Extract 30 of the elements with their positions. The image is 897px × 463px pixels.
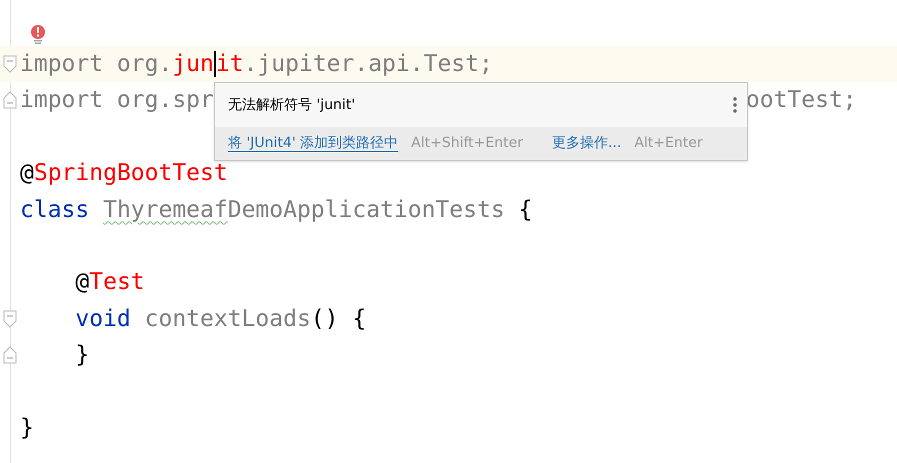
code-token: () { <box>310 304 366 334</box>
quick-fix-link[interactable]: 更多操作... <box>552 133 622 154</box>
fold-marker-icon[interactable] <box>3 346 17 364</box>
code-token: DemoApplicationTests <box>228 196 505 224</box>
code-token: import org. <box>20 50 172 79</box>
code-token: ootTest; <box>746 86 857 116</box>
code-token: SpringBootTest <box>34 159 228 188</box>
code-token: Thyremeaf <box>103 196 228 224</box>
code-token: jun <box>172 50 214 79</box>
fold-marker-icon[interactable] <box>3 55 17 73</box>
shortcut-hint: Alt+Enter <box>634 134 703 153</box>
code-token: @ <box>20 159 34 188</box>
code-token: @ <box>74 268 90 298</box>
code-token: void <box>74 304 132 334</box>
code-token: { <box>518 196 532 224</box>
code-token: import org.spr <box>20 86 214 116</box>
shortcut-hint: Alt+Shift+Enter <box>411 134 523 153</box>
code-token: } <box>20 414 34 443</box>
code-token: } <box>74 341 90 370</box>
more-options-icon[interactable] <box>733 97 737 113</box>
fold-marker-icon[interactable] <box>3 91 17 110</box>
code-token: it <box>216 50 244 79</box>
error-message: 无法解析符号 'junit' <box>228 96 356 114</box>
error-bulb-icon[interactable] <box>30 24 46 44</box>
code-token: .jupiter.api.Test; <box>244 50 493 79</box>
code-token: contextLoads <box>144 304 311 334</box>
quick-fix-link[interactable]: 将 'JUnit4' 添加到类路径中 <box>228 133 398 154</box>
code-token: class <box>20 196 90 224</box>
code-token: Test <box>89 268 145 298</box>
fold-marker-icon[interactable] <box>3 310 17 328</box>
